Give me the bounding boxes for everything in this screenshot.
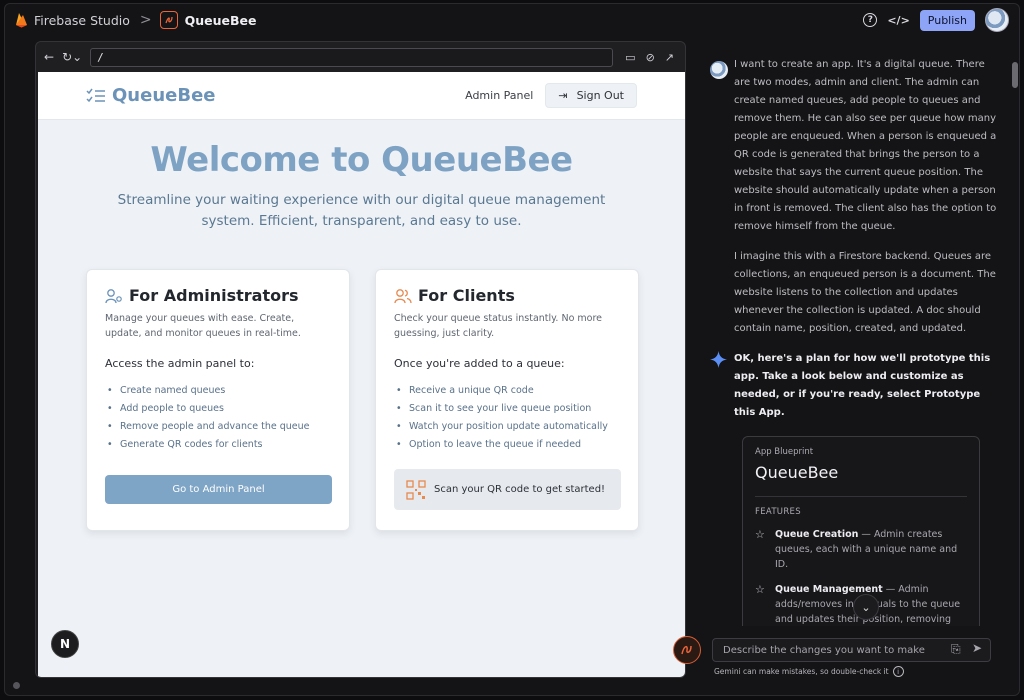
device-preview-icon[interactable]: ▭ (625, 51, 635, 64)
user-message-text: I imagine this with a Firestore backend.… (734, 251, 996, 334)
top-actions: ? </> Publish (863, 8, 1009, 32)
back-arrow-icon[interactable]: ← (44, 50, 54, 64)
project-logo-icon (165, 16, 173, 24)
chat-panel: I want to create an app. It's a digital … (698, 56, 1003, 626)
gemini-sparkle-icon (710, 351, 727, 368)
link-icon[interactable]: ⊘ (646, 51, 655, 64)
preview-actions: ▭ ⊘ ↗ (625, 51, 674, 64)
user-message: I want to create an app. It's a digital … (698, 56, 1003, 338)
site-preview: QueueBee Admin Panel ⇥ Sign Out Welcome … (38, 72, 685, 677)
site-logo[interactable]: QueueBee (86, 85, 215, 106)
admin-card-lead: Access the admin panel to: (105, 357, 255, 370)
hero-subtitle: Streamline your waiting experience with … (117, 192, 606, 229)
user-cog-icon (105, 288, 122, 303)
blueprint-label: App Blueprint (755, 447, 814, 457)
star-icon: ☆ (755, 528, 765, 541)
site-nav: Admin Panel ⇥ Sign Out (465, 83, 637, 108)
admin-card-description: Manage your queues with ease. Create, up… (105, 313, 301, 339)
send-icon[interactable]: ➤ (972, 641, 982, 655)
sign-out-label: Sign Out (576, 89, 624, 102)
agent-logo-icon (681, 645, 692, 655)
logo-text: QueueBee (112, 85, 216, 106)
sign-out-icon: ⇥ (558, 89, 568, 102)
user-avatar[interactable] (985, 8, 1009, 32)
reload-icon[interactable]: ↻⌄ (62, 50, 82, 64)
list-item: Create named queues (105, 382, 331, 400)
scan-text: Scan your QR code to get started! (434, 484, 606, 495)
info-icon[interactable]: i (892, 666, 904, 677)
site-header: QueueBee Admin Panel ⇥ Sign Out (38, 72, 685, 120)
client-card: For Clients Check your queue status inst… (375, 269, 639, 531)
scan-prompt: Scan your QR code to get started! (394, 469, 621, 510)
client-card-description: Check your queue status instantly. No mo… (394, 313, 603, 339)
help-icon[interactable]: ? (863, 13, 878, 27)
client-card-header: For Clients (394, 286, 620, 305)
preview-panel: ← ↻⌄ ▭ ⊘ ↗ QueueBee (35, 41, 686, 678)
feature-name: Queue Creation (775, 529, 859, 540)
list-item: Scan it to see your live queue position (394, 400, 620, 418)
project-icon (159, 11, 178, 29)
admin-feature-list: Create named queues Add people to queues… (105, 382, 331, 454)
admin-card: For Administrators Manage your queues wi… (86, 269, 350, 531)
star-icon: ☆ (755, 583, 765, 596)
divider (755, 496, 967, 497)
user-message-text: I want to create an app. It's a digital … (734, 59, 997, 232)
sign-out-button[interactable]: ⇥ Sign Out (545, 83, 637, 108)
open-external-icon[interactable]: ↗ (665, 51, 674, 64)
qr-code-icon (406, 479, 426, 500)
client-card-lead: Once you're added to a queue: (394, 357, 565, 370)
dev-badge[interactable]: N (51, 630, 79, 658)
code-view-icon[interactable]: </> (887, 14, 909, 27)
client-card-title: For Clients (418, 286, 515, 305)
admin-card-header: For Administrators (105, 286, 331, 305)
project-name[interactable]: QueueBee (185, 13, 257, 28)
attach-icon[interactable]: ⎘ (951, 642, 961, 657)
brand[interactable]: Firebase Studio (15, 12, 130, 28)
hero-title: Welcome to QueueBee (150, 140, 573, 180)
url-input[interactable] (90, 47, 614, 67)
ai-message-text: OK, here's a plan for how we'll prototyp… (734, 353, 991, 418)
app-window: Firebase Studio > QueueBee ? </> Publish… (4, 3, 1020, 696)
go-to-admin-button[interactable]: Go to Admin Panel (105, 475, 332, 504)
list-item: Remove people and advance the queue (105, 418, 331, 436)
gemini-agent-icon[interactable] (673, 636, 701, 664)
top-bar: Firebase Studio > QueueBee ? </> Publish (5, 4, 1019, 36)
list-item: Watch your position update automatically (394, 418, 620, 436)
list-item: Generate QR codes for clients (105, 436, 331, 454)
chat-prompt-input[interactable] (712, 638, 991, 662)
ai-message: OK, here's a plan for how we'll prototyp… (698, 350, 1003, 422)
client-feature-list: Receive a unique QR code Scan it to see … (394, 382, 620, 454)
scroll-down-button[interactable]: ⌄ (853, 594, 879, 620)
features-label: FEATURES (755, 507, 801, 517)
list-item: Option to leave the queue if needed (394, 436, 620, 454)
list-item: Add people to queues (105, 400, 331, 418)
publish-button[interactable]: Publish (919, 9, 975, 31)
admin-panel-link[interactable]: Admin Panel (465, 89, 533, 102)
admin-card-title: For Administrators (129, 286, 299, 305)
list-item: Receive a unique QR code (394, 382, 620, 400)
scrollbar-thumb[interactable] (1012, 62, 1018, 88)
blueprint-name: QueueBee (755, 463, 839, 482)
disclaimer: Gemini can make mistakes, so double-chec… (714, 666, 904, 677)
chat-scrollbar[interactable] (1012, 62, 1018, 622)
user-avatar-small (710, 61, 728, 79)
feature-item: ☆ Queue Creation — Admin creates queues,… (755, 527, 967, 572)
users-icon (394, 288, 412, 303)
brand-name: Firebase Studio (34, 12, 130, 28)
breadcrumb-separator: > (139, 12, 152, 28)
preview-toolbar: ← ↻⌄ ▭ ⊘ ↗ (36, 42, 685, 72)
status-dot (13, 682, 20, 689)
checklist-icon (86, 88, 105, 102)
disclaimer-text: Gemini can make mistakes, so double-chec… (714, 667, 889, 676)
firebase-logo-icon (16, 13, 27, 28)
